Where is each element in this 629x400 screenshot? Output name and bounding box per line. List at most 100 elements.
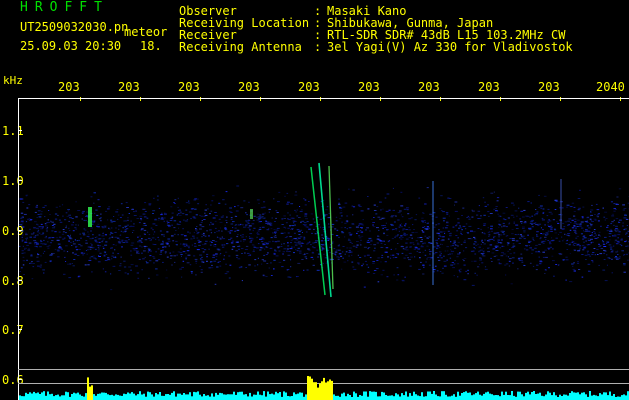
noise-speck xyxy=(341,268,343,270)
noise-speck xyxy=(594,232,596,234)
noise-speck xyxy=(468,218,471,220)
noise-speck xyxy=(119,263,122,265)
noise-speck xyxy=(71,263,73,264)
activity-bar xyxy=(449,396,451,400)
noise-speck xyxy=(235,224,237,226)
noise-speck xyxy=(148,234,151,235)
noise-speck xyxy=(310,244,312,246)
noise-speck xyxy=(22,234,24,236)
noise-speck xyxy=(282,253,284,255)
noise-speck xyxy=(519,218,522,220)
noise-speck xyxy=(446,259,448,261)
noise-speck xyxy=(475,244,478,246)
noise-speck xyxy=(392,254,395,256)
noise-speck xyxy=(235,254,239,256)
noise-speck xyxy=(409,242,412,244)
noise-speck xyxy=(308,249,311,251)
noise-speck xyxy=(460,244,463,246)
noise-speck xyxy=(220,227,222,229)
activity-bar xyxy=(37,392,39,400)
noise-speck xyxy=(231,248,234,250)
noise-speck xyxy=(586,230,590,232)
noise-speck xyxy=(421,230,423,232)
noise-speck xyxy=(395,235,398,237)
noise-speck xyxy=(190,218,192,220)
activity-bar xyxy=(361,395,363,400)
noise-speck xyxy=(132,230,135,231)
noise-speck xyxy=(615,203,618,205)
noise-speck xyxy=(606,242,608,244)
noise-speck xyxy=(250,239,253,241)
noise-speck xyxy=(359,242,361,244)
activity-bar xyxy=(425,396,427,400)
noise-speck xyxy=(583,241,585,243)
noise-speck xyxy=(536,211,539,213)
noise-speck xyxy=(424,220,426,221)
noise-speck xyxy=(47,241,49,243)
activity-bar xyxy=(141,394,143,400)
noise-speck xyxy=(112,244,115,246)
noise-speck xyxy=(546,220,550,222)
noise-speck xyxy=(566,204,570,206)
noise-speck xyxy=(400,226,403,228)
noise-speck xyxy=(35,206,38,208)
noise-speck xyxy=(495,255,498,257)
noise-speck xyxy=(393,221,396,223)
noise-speck xyxy=(277,201,280,203)
noise-speck xyxy=(373,210,377,211)
noise-speck xyxy=(531,249,535,251)
noise-speck xyxy=(321,237,323,239)
noise-speck xyxy=(522,216,525,218)
noise-speck xyxy=(303,236,305,238)
noise-speck xyxy=(505,274,507,276)
noise-speck xyxy=(217,262,220,263)
noise-speck xyxy=(573,262,575,264)
noise-speck xyxy=(439,271,442,272)
noise-speck xyxy=(140,219,143,221)
noise-speck xyxy=(274,231,277,233)
noise-speck xyxy=(520,235,523,237)
noise-speck xyxy=(306,226,309,228)
noise-speck xyxy=(96,236,98,238)
noise-speck xyxy=(143,229,147,231)
activity-bar xyxy=(93,394,95,400)
noise-speck xyxy=(216,248,220,250)
noise-speck xyxy=(104,226,107,228)
noise-speck xyxy=(615,230,618,232)
noise-speck xyxy=(82,232,85,234)
noise-speck xyxy=(402,229,404,231)
noise-speck xyxy=(108,259,111,261)
noise-speck xyxy=(496,242,499,244)
noise-speck xyxy=(290,239,293,241)
noise-speck xyxy=(442,267,444,269)
noise-speck xyxy=(138,245,142,247)
noise-speck xyxy=(229,264,232,266)
noise-speck xyxy=(237,258,241,260)
noise-speck xyxy=(376,242,379,244)
noise-speck xyxy=(538,243,541,245)
noise-speck xyxy=(604,236,607,238)
activity-bar xyxy=(463,392,465,400)
noise-speck xyxy=(219,265,222,267)
noise-speck xyxy=(121,239,124,241)
noise-speck xyxy=(495,206,498,207)
noise-speck xyxy=(539,261,543,263)
noise-speck xyxy=(513,252,516,254)
noise-speck xyxy=(128,266,132,268)
activity-bar xyxy=(291,396,293,400)
noise-speck xyxy=(618,231,621,233)
noise-speck xyxy=(346,228,348,230)
noise-speck xyxy=(136,272,139,274)
noise-speck xyxy=(286,248,289,250)
noise-speck xyxy=(230,217,233,219)
noise-speck xyxy=(270,222,273,224)
activity-bar xyxy=(157,394,159,400)
noise-speck xyxy=(529,241,531,243)
noise-speck xyxy=(559,253,563,255)
x-tick-label: 203 xyxy=(118,80,140,94)
noise-speck xyxy=(176,254,178,256)
noise-speck xyxy=(424,235,427,237)
noise-speck xyxy=(352,245,356,247)
noise-speck xyxy=(547,224,549,226)
activity-bar xyxy=(503,394,505,400)
